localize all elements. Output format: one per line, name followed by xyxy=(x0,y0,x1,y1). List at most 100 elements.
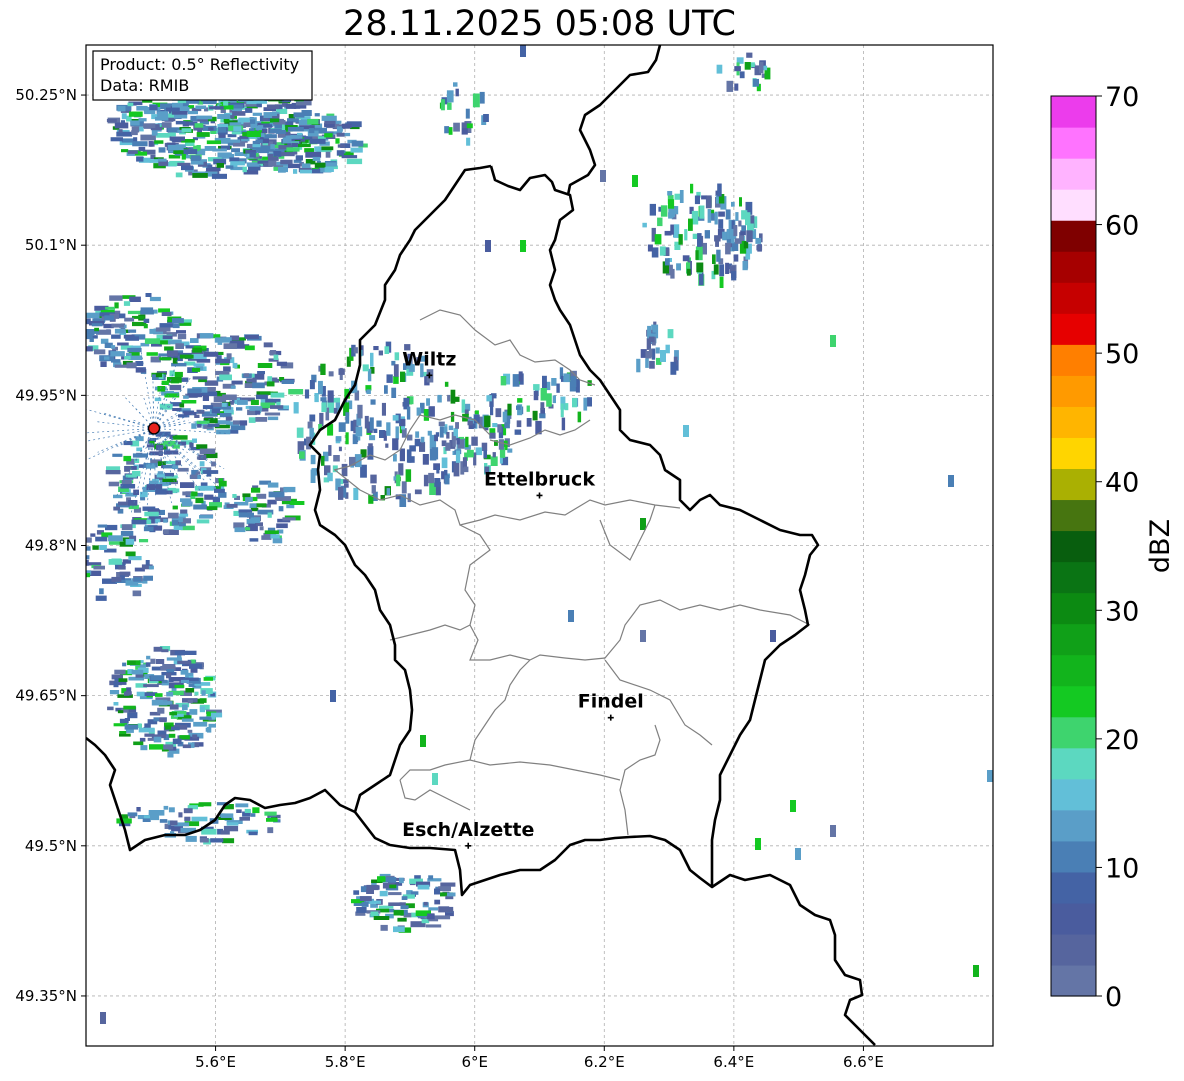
echo-cell xyxy=(263,342,273,348)
echo-cell xyxy=(441,457,448,469)
echo-cell xyxy=(104,315,114,321)
echo-cell xyxy=(163,465,174,469)
echo-cell xyxy=(734,83,739,91)
echo-cell xyxy=(270,118,280,123)
echo-cell xyxy=(427,913,435,920)
echo-cell xyxy=(187,699,193,704)
echo-cell xyxy=(434,899,441,905)
echo-cell xyxy=(148,141,153,147)
echo-cell xyxy=(117,105,126,112)
echo-cell xyxy=(222,838,235,844)
echo-cell xyxy=(155,116,169,121)
echo-cell xyxy=(267,512,272,518)
echo-cell xyxy=(434,434,438,442)
echo-cell xyxy=(236,407,243,411)
echo-cell xyxy=(378,350,383,356)
echo-cell xyxy=(104,356,110,360)
colorbar-swatch xyxy=(1051,902,1096,935)
echo-cell xyxy=(106,119,117,123)
echo-cell xyxy=(745,212,751,226)
echo-cell xyxy=(189,663,203,669)
echo-cell xyxy=(195,497,204,504)
echo-cell xyxy=(175,343,184,349)
echo-cell xyxy=(143,684,159,688)
echo-cell xyxy=(647,325,652,339)
colorbar-swatch xyxy=(1051,406,1096,438)
echo-cell xyxy=(180,498,192,502)
echo-cell xyxy=(393,910,404,916)
echo-cell xyxy=(647,244,653,252)
echo-cell xyxy=(185,835,197,842)
echo-cell xyxy=(450,389,456,404)
echo-cell xyxy=(212,148,227,152)
echo-cell xyxy=(192,173,208,178)
echo-cell xyxy=(181,501,193,507)
echo-cell xyxy=(668,199,675,209)
echo-cell xyxy=(108,535,123,542)
echo-cell xyxy=(577,411,582,423)
echo-cell xyxy=(143,575,153,581)
echo-cell xyxy=(159,357,172,361)
echo-cell xyxy=(267,827,274,834)
echo-cell xyxy=(219,413,232,418)
echo-cell xyxy=(636,358,641,373)
city-label: Findel xyxy=(578,691,644,713)
echo-cell xyxy=(169,711,177,716)
colorbar-tick-label: 40 xyxy=(1105,468,1139,499)
echo-cell xyxy=(202,395,209,401)
echo-cell xyxy=(444,469,448,476)
echo-cell xyxy=(518,371,523,382)
echo-cell xyxy=(674,193,681,200)
echo-cell xyxy=(406,406,411,420)
echo-cell xyxy=(668,212,674,219)
echo-cell xyxy=(246,143,254,149)
echo-cell xyxy=(502,411,507,423)
echo-cell xyxy=(655,347,660,354)
echo-cell xyxy=(174,684,185,688)
echo-cell xyxy=(465,108,470,119)
echo-cell xyxy=(384,346,390,354)
echo-cell xyxy=(162,335,173,340)
echo-cell xyxy=(648,348,653,358)
echo-cell xyxy=(128,329,137,333)
echo-cell xyxy=(498,439,504,450)
echo-cell xyxy=(109,690,120,695)
echo-cell xyxy=(679,190,684,203)
x-tick-label: 6.2°E xyxy=(584,1053,625,1071)
echo-cell xyxy=(386,488,391,496)
echo-cell xyxy=(420,735,426,747)
echo-cell xyxy=(182,704,188,711)
echo-cell xyxy=(222,394,237,400)
echo-cell xyxy=(321,455,325,466)
echo-cell xyxy=(722,231,727,241)
echo-cell xyxy=(399,877,404,884)
echo-cell xyxy=(114,328,126,334)
echo-cell xyxy=(338,368,345,375)
echo-cell xyxy=(218,480,227,487)
echo-cell xyxy=(401,481,407,494)
echo-cell xyxy=(434,888,441,895)
echo-cell xyxy=(148,810,165,816)
echo-cell xyxy=(795,848,801,860)
echo-cell xyxy=(114,678,119,682)
echo-cell xyxy=(341,463,348,477)
echo-cell xyxy=(178,517,183,523)
echo-cell xyxy=(725,262,729,274)
radar-figure: Wiltz Ettelbruck Findel Esch/Alzette 5.6°E 5… xyxy=(15,44,1176,1071)
echo-cell xyxy=(168,733,176,738)
echo-cell xyxy=(479,91,485,104)
echo-cell xyxy=(393,926,405,933)
echo-cell xyxy=(214,488,225,493)
echo-cell xyxy=(560,403,564,418)
echo-cell xyxy=(203,351,219,357)
echo-cell xyxy=(163,805,169,810)
echo-cell xyxy=(370,352,374,367)
echo-cell xyxy=(127,150,138,154)
echo-cell xyxy=(384,385,388,394)
echo-cell xyxy=(583,397,588,411)
echo-cell xyxy=(400,371,406,382)
echo-cell xyxy=(144,338,161,344)
echo-cell xyxy=(113,494,123,499)
echo-cell xyxy=(189,442,194,448)
echo-cell xyxy=(428,406,435,417)
